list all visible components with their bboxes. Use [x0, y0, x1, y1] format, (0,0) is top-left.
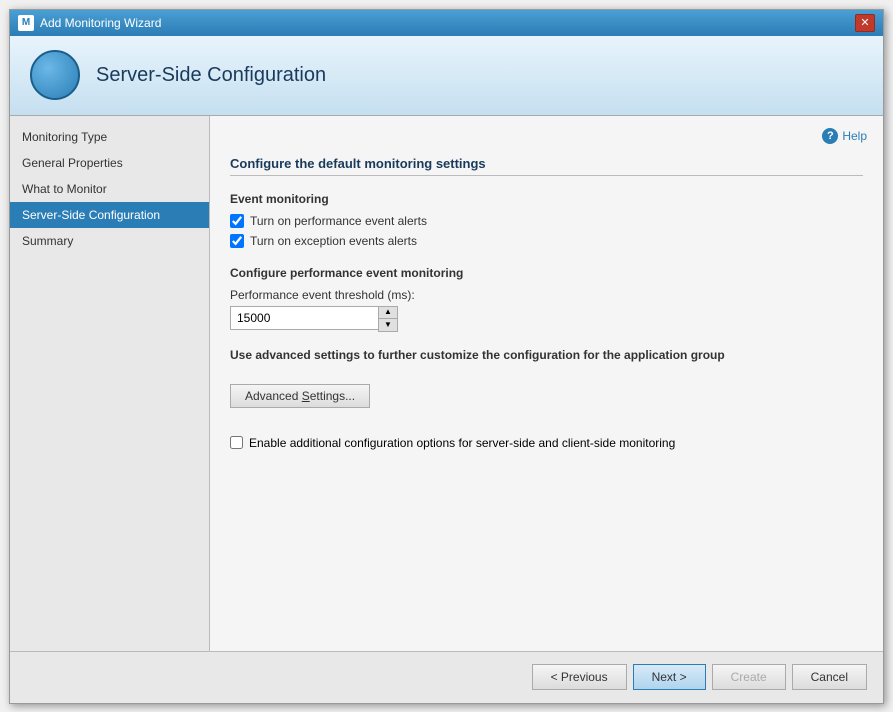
sidebar-item-summary[interactable]: Summary: [10, 228, 209, 254]
help-link[interactable]: ? Help: [822, 128, 867, 144]
footer: < Previous Next > Create Cancel: [10, 651, 883, 703]
sidebar: Monitoring Type General Properties What …: [10, 116, 210, 651]
performance-alert-checkbox[interactable]: [230, 214, 244, 228]
threshold-input[interactable]: [230, 306, 378, 330]
help-icon: ?: [822, 128, 838, 144]
main-window: M Add Monitoring Wizard ✕ Server-Side Co…: [9, 9, 884, 704]
sidebar-item-general-properties[interactable]: General Properties: [10, 150, 209, 176]
advanced-settings-label: Advanced Settings...: [245, 389, 355, 403]
checkbox-row-performance: Turn on performance event alerts: [230, 214, 863, 228]
close-button[interactable]: ✕: [855, 14, 875, 32]
spinner-buttons: ▲ ▼: [378, 306, 398, 332]
additional-options-row: Enable additional configuration options …: [230, 436, 863, 450]
threshold-spinner-wrapper: ▲ ▼: [230, 306, 400, 332]
help-label: Help: [842, 129, 867, 143]
performance-alert-label[interactable]: Turn on performance event alerts: [250, 214, 427, 228]
checkbox-row-exception: Turn on exception events alerts: [230, 234, 863, 248]
sidebar-item-server-side-config[interactable]: Server-Side Configuration: [10, 202, 209, 228]
next-button[interactable]: Next >: [633, 664, 706, 690]
title-bar: M Add Monitoring Wizard ✕: [10, 10, 883, 36]
window-title: Add Monitoring Wizard: [40, 16, 855, 30]
header-title: Server-Side Configuration: [96, 64, 326, 87]
cancel-button[interactable]: Cancel: [792, 664, 867, 690]
header-section: Server-Side Configuration: [10, 36, 883, 116]
advanced-description: Use advanced settings to further customi…: [230, 348, 863, 362]
sidebar-item-monitoring-type[interactable]: Monitoring Type: [10, 124, 209, 150]
spinner-up-button[interactable]: ▲: [379, 307, 397, 319]
previous-button[interactable]: < Previous: [532, 664, 627, 690]
exception-alert-checkbox[interactable]: [230, 234, 244, 248]
app-icon: M: [18, 15, 34, 31]
additional-options-checkbox[interactable]: [230, 436, 243, 449]
exception-alert-label[interactable]: Turn on exception events alerts: [250, 234, 417, 248]
spinner-down-button[interactable]: ▼: [379, 319, 397, 331]
content-area: ? Help Configure the default monitoring …: [210, 116, 883, 651]
main-body: Monitoring Type General Properties What …: [10, 116, 883, 651]
page-title: Configure the default monitoring setting…: [230, 156, 863, 176]
advanced-settings-button[interactable]: Advanced Settings...: [230, 384, 370, 408]
additional-options-label[interactable]: Enable additional configuration options …: [249, 436, 675, 450]
create-button[interactable]: Create: [712, 664, 786, 690]
sidebar-item-what-to-monitor[interactable]: What to Monitor: [10, 176, 209, 202]
threshold-label: Performance event threshold (ms):: [230, 288, 863, 302]
event-monitoring-title: Event monitoring: [230, 192, 863, 206]
performance-config-title: Configure performance event monitoring: [230, 266, 863, 280]
header-icon: [30, 50, 80, 100]
